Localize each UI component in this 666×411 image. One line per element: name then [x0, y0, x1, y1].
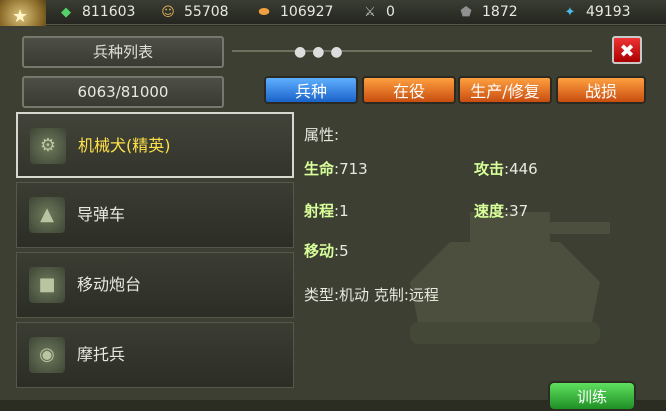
- resource-population: ☺ 55708: [158, 2, 229, 22]
- unit-name: 摩托兵: [77, 345, 126, 364]
- resource-gems: ◆ 811603: [56, 2, 135, 22]
- population-value: 55708: [184, 4, 229, 20]
- attack-label: 攻击: [474, 160, 505, 178]
- range-label: 射程: [304, 202, 335, 220]
- mobile-turret-icon: ■: [29, 267, 65, 303]
- title-decoration: ●●●: [232, 44, 592, 60]
- tab-battle-losses[interactable]: 战损: [556, 76, 646, 104]
- unit-capacity: 6063/81000: [22, 76, 224, 108]
- unit-item-mech-dog[interactable]: ⚙ 机械犬(精英): [16, 112, 294, 178]
- close-button[interactable]: ✖: [612, 36, 642, 64]
- tab-production-repair[interactable]: 生产/修复: [458, 76, 552, 104]
- mech-dog-icon: ⚙: [30, 128, 66, 164]
- panel-title: 兵种列表: [22, 36, 224, 68]
- unit-detail: 属性: 生命:713 攻击:446 射程:1 速度:37 移动:5 类型:机动 …: [300, 112, 656, 390]
- gem-icon: ◆: [61, 4, 71, 20]
- gems-value: 811603: [82, 4, 136, 20]
- attack-value: :446: [504, 160, 538, 178]
- ammo-value: 0: [386, 4, 395, 20]
- speed-value: :37: [504, 202, 529, 220]
- unit-list: ⚙ 机械犬(精英) ▲ 导弹车 ■ 移动炮台 ◉ 摩托兵: [16, 112, 294, 390]
- attributes-label: 属性:: [304, 126, 340, 144]
- resource-bar: ★ ◆ 811603 ☺ 55708 ⬬ 106927 ⚔ 0 ⬟ 1872 ✦…: [0, 0, 666, 40]
- missile-vehicle-icon: ▲: [29, 197, 65, 233]
- move-value: :5: [334, 242, 349, 260]
- move-label: 移动: [304, 242, 335, 260]
- unit-name: 机械犬(精英): [78, 136, 171, 155]
- resource-ore: ⬟ 1872: [456, 2, 518, 22]
- attack-stat: 攻击:446: [474, 158, 538, 179]
- bullet-icon: ⚔: [364, 4, 376, 20]
- range-value: :1: [334, 202, 349, 220]
- speed-label: 速度: [474, 202, 505, 220]
- ore-icon: ⬟: [460, 4, 472, 20]
- hp-label: 生命: [304, 160, 335, 178]
- move-stat: 移动:5: [304, 240, 349, 261]
- resource-ammo: ⚔ 0: [360, 2, 395, 22]
- unit-type-text: 类型:机动 克制:远程: [304, 286, 439, 304]
- unit-item-motorcycle-soldier[interactable]: ◉ 摩托兵: [16, 322, 294, 388]
- unit-item-mobile-turret[interactable]: ■ 移动炮台: [16, 252, 294, 318]
- ore-value: 1872: [482, 4, 518, 20]
- resource-crystal: ✦ 49193: [560, 2, 631, 22]
- train-button[interactable]: 训练: [548, 381, 636, 411]
- tab-in-service[interactable]: 在役: [362, 76, 456, 104]
- resource-food: ⬬ 106927: [254, 2, 333, 22]
- unit-item-missile-vehicle[interactable]: ▲ 导弹车: [16, 182, 294, 248]
- soldier-icon: ☺: [161, 4, 175, 20]
- bread-icon: ⬬: [258, 4, 270, 20]
- unit-name: 导弹车: [77, 205, 126, 224]
- motorcycle-soldier-icon: ◉: [29, 337, 65, 373]
- hp-stat: 生命:713: [304, 158, 368, 179]
- tab-units[interactable]: 兵种: [264, 76, 358, 104]
- hp-value: :713: [334, 160, 368, 178]
- food-value: 106927: [280, 4, 334, 20]
- crystal-icon: ✦: [564, 4, 576, 20]
- speed-stat: 速度:37: [474, 200, 528, 221]
- unit-name: 移动炮台: [77, 275, 142, 294]
- crystal-value: 49193: [586, 4, 631, 20]
- range-stat: 射程:1: [304, 200, 349, 221]
